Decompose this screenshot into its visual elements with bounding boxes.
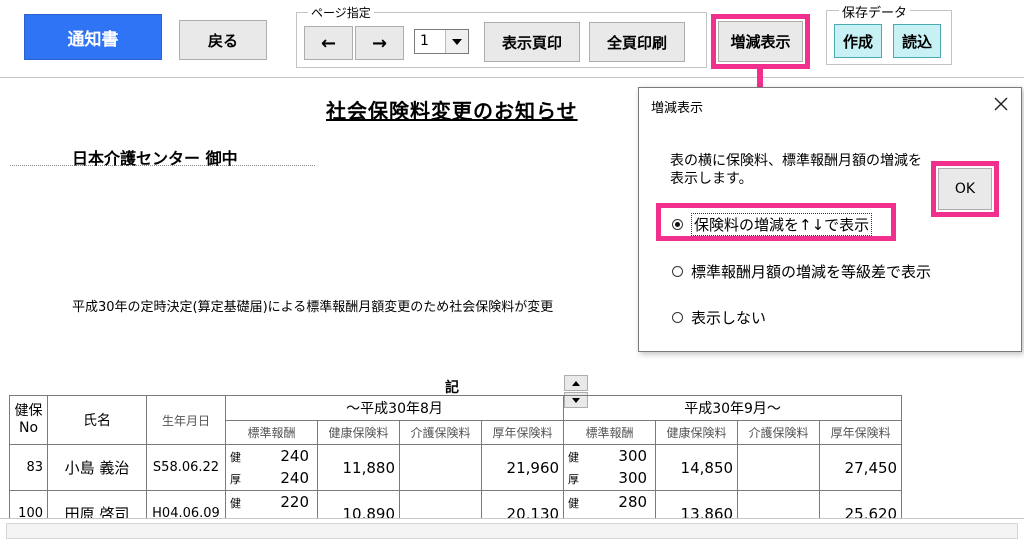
std-ken-old: 240 (280, 447, 309, 465)
header-birth: 生年月日 (146, 395, 226, 445)
subheader-health-old: 健康保険料 (317, 420, 400, 445)
header-no-label: 健保No (14, 403, 43, 436)
radio-option-none[interactable]: 表示しない (672, 307, 766, 328)
radio-option-none-label: 表示しない (691, 309, 767, 327)
cell-std-new: 健 300 厚 300 (563, 444, 657, 491)
radio-unselected-icon (672, 312, 683, 323)
header-period-new: 平成30年9月～ (563, 395, 903, 421)
cell-std-old: 健 240 厚 240 (225, 444, 318, 491)
recipient: 日本介護センター 御中 (10, 145, 315, 168)
cell-health-old: 11,880 (317, 444, 400, 491)
std-kou-new: 300 (618, 469, 648, 487)
cell-no: 83 (9, 444, 48, 491)
header-name: 氏名 (47, 395, 147, 445)
dialog-title: 増減表示 (651, 101, 704, 116)
subheader-pension-old: 厚年保険料 (480, 420, 565, 445)
arrow-left-icon: ← (320, 32, 337, 54)
table-row: 83 小島 義治 S58.06.22 健 240 厚 240 11,880 21… (9, 444, 903, 491)
subheader-care-new: 介護保険料 (737, 420, 821, 445)
scrollbar-track[interactable] (6, 523, 1018, 539)
cell-care-old (399, 444, 482, 491)
kenko-mark: 健 (230, 451, 241, 464)
radio-option-grade[interactable]: 標準報酬月額の増減を等級差で表示 (672, 261, 931, 282)
toolbar-divider (0, 77, 1024, 78)
diff-display-button[interactable]: 増減表示 (718, 21, 803, 62)
ok-button[interactable]: OK (938, 168, 992, 210)
insurance-table: 健保No 氏名 生年月日 ～平成30年8月 平成30年9月～ 標準報酬 健康保険… (9, 395, 903, 537)
subheader-health-new: 健康保険料 (655, 420, 739, 445)
cell-birth: S58.06.22 (146, 444, 226, 491)
page-select-value: 1 (420, 33, 429, 49)
next-page-button[interactable]: → (355, 26, 404, 60)
print-all-button[interactable]: 全頁印刷 (589, 22, 685, 62)
bottom-scrollbar[interactable] (0, 518, 1024, 546)
load-button[interactable]: 読込 (893, 24, 941, 58)
radio-unselected-icon (672, 266, 683, 277)
radio-selected-icon (672, 219, 683, 230)
save-group-label: 保存データ (839, 2, 911, 21)
close-icon[interactable] (993, 96, 1009, 112)
create-button[interactable]: 作成 (834, 24, 882, 58)
spin-up-button[interactable] (564, 375, 588, 391)
dropdown-arrow-icon[interactable] (445, 30, 468, 53)
dialog-description: 表の横に保険料、標準報酬月額の増減を表示します。 (670, 153, 922, 187)
cell-care-new (737, 444, 821, 491)
kosei-mark: 厚 (568, 473, 580, 486)
body-text: 平成30年の定時決定(算定基礎届)による標準報酬月額変更のため社会保険料が変更 (72, 300, 554, 315)
kenko-mark: 健 (568, 497, 580, 510)
notice-button[interactable]: 通知書 (24, 14, 162, 60)
diff-display-dialog: 増減表示 表の横に保険料、標準報酬月額の増減を表示します。 OK 保険料の増減を… (638, 87, 1022, 352)
header-period-old: ～平成30年8月 (224, 395, 565, 421)
cell-pension-old: 21,960 (480, 444, 565, 491)
subheader-pension-new: 厚年保険料 (819, 420, 903, 445)
std-ken-new: 300 (618, 447, 648, 465)
document-title: 社会保険料変更のお知らせ (326, 99, 578, 123)
print-page-button[interactable]: 表示頁印 (484, 22, 580, 62)
cell-name: 小島 義治 (47, 444, 147, 491)
std-ken-new: 280 (618, 493, 648, 511)
caret-up-icon (572, 380, 580, 386)
radio-option-grade-label: 標準報酬月額の増減を等級差で表示 (691, 263, 932, 281)
kenko-mark: 健 (568, 451, 580, 464)
page-group-label: ページ指定 (308, 4, 374, 21)
subheader-std-old: 標準報酬 (225, 420, 318, 445)
std-kou-old: 240 (280, 469, 309, 487)
cell-pension-new: 27,450 (819, 444, 903, 491)
radio-option-arrow[interactable]: 保険料の増減を↑↓で表示 (672, 213, 873, 236)
radio-option-arrow-label: 保険料の増減を↑↓で表示 (691, 213, 873, 236)
subheader-care-old: 介護保険料 (399, 420, 482, 445)
arrow-right-icon: → (371, 32, 388, 54)
std-ken-old: 220 (280, 493, 309, 511)
kenko-mark: 健 (230, 497, 241, 510)
kosei-mark: 厚 (230, 473, 241, 486)
back-button[interactable]: 戻る (179, 20, 267, 60)
header-no: 健保No (9, 395, 48, 445)
recipient-text: 日本介護センター 御中 (72, 149, 238, 168)
prev-page-button[interactable]: ← (304, 26, 353, 60)
ki-label: 記 (445, 380, 459, 396)
cell-health-new: 14,850 (655, 444, 739, 491)
subheader-std-new: 標準報酬 (563, 420, 657, 445)
page-select[interactable]: 1 (414, 29, 469, 54)
